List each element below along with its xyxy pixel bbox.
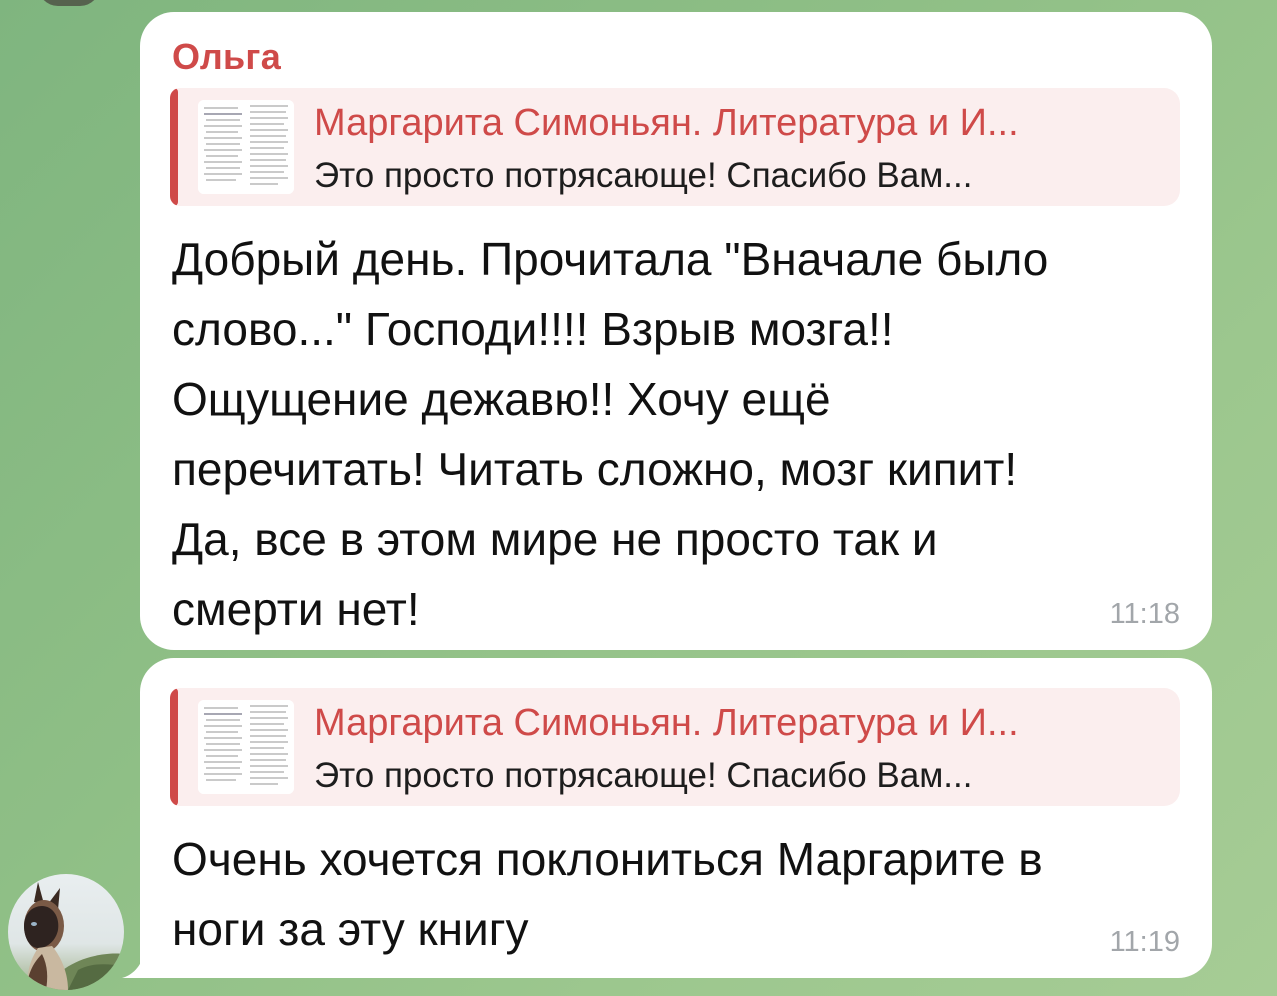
- reply-preview[interactable]: Маргарита Симоньян. Литература и И... Эт…: [170, 688, 1180, 806]
- cat-avatar-icon[interactable]: [8, 874, 124, 990]
- reply-text: Это просто потрясающе! Спасибо Вам...: [314, 756, 973, 795]
- reply-accent-bar: [170, 88, 178, 206]
- reply-title: Маргарита Симоньян. Литература и И...: [314, 102, 1019, 144]
- sender-name[interactable]: Ольга: [172, 36, 281, 78]
- document-thumbnail-icon: [198, 700, 294, 794]
- previous-avatar-edge: [38, 0, 100, 6]
- message-time: 11:18: [1109, 598, 1180, 630]
- message-bubble[interactable]: Ольга Маргарита Симоньян. Литература и И…: [140, 12, 1212, 650]
- message-bubble[interactable]: Маргарита Симоньян. Литература и И... Эт…: [140, 658, 1212, 978]
- reply-preview[interactable]: Маргарита Симоньян. Литература и И... Эт…: [170, 88, 1180, 206]
- message-line: Очень хочется поклониться Маргарите в: [172, 833, 1043, 885]
- document-thumbnail-icon: [198, 100, 294, 194]
- message-time: 11:19: [1109, 926, 1180, 958]
- reply-title: Маргарита Симоньян. Литература и И...: [314, 702, 1019, 744]
- message-line: Добрый день. Прочитала "Вначале было: [172, 233, 1049, 285]
- reply-text: Это просто потрясающе! Спасибо Вам...: [314, 156, 973, 195]
- message-line: Да, все в этом мире не просто так и: [172, 513, 938, 565]
- message-line: смерти нет!: [172, 583, 420, 635]
- bubble-tail: [122, 944, 162, 978]
- message-text: Добрый день. Прочитала "Вначале было сло…: [172, 224, 1172, 644]
- message-line: слово..." Господи!!!! Взрыв мозга!!: [172, 303, 894, 355]
- message-line: перечитать! Читать сложно, мозг кипит!: [172, 443, 1018, 495]
- message-line: Ощущение дежавю!! Хочу ещё: [172, 373, 831, 425]
- reply-accent-bar: [170, 688, 178, 806]
- message-line: ноги за эту книгу: [172, 903, 529, 955]
- message-text: Очень хочется поклониться Маргарите в но…: [172, 824, 1172, 964]
